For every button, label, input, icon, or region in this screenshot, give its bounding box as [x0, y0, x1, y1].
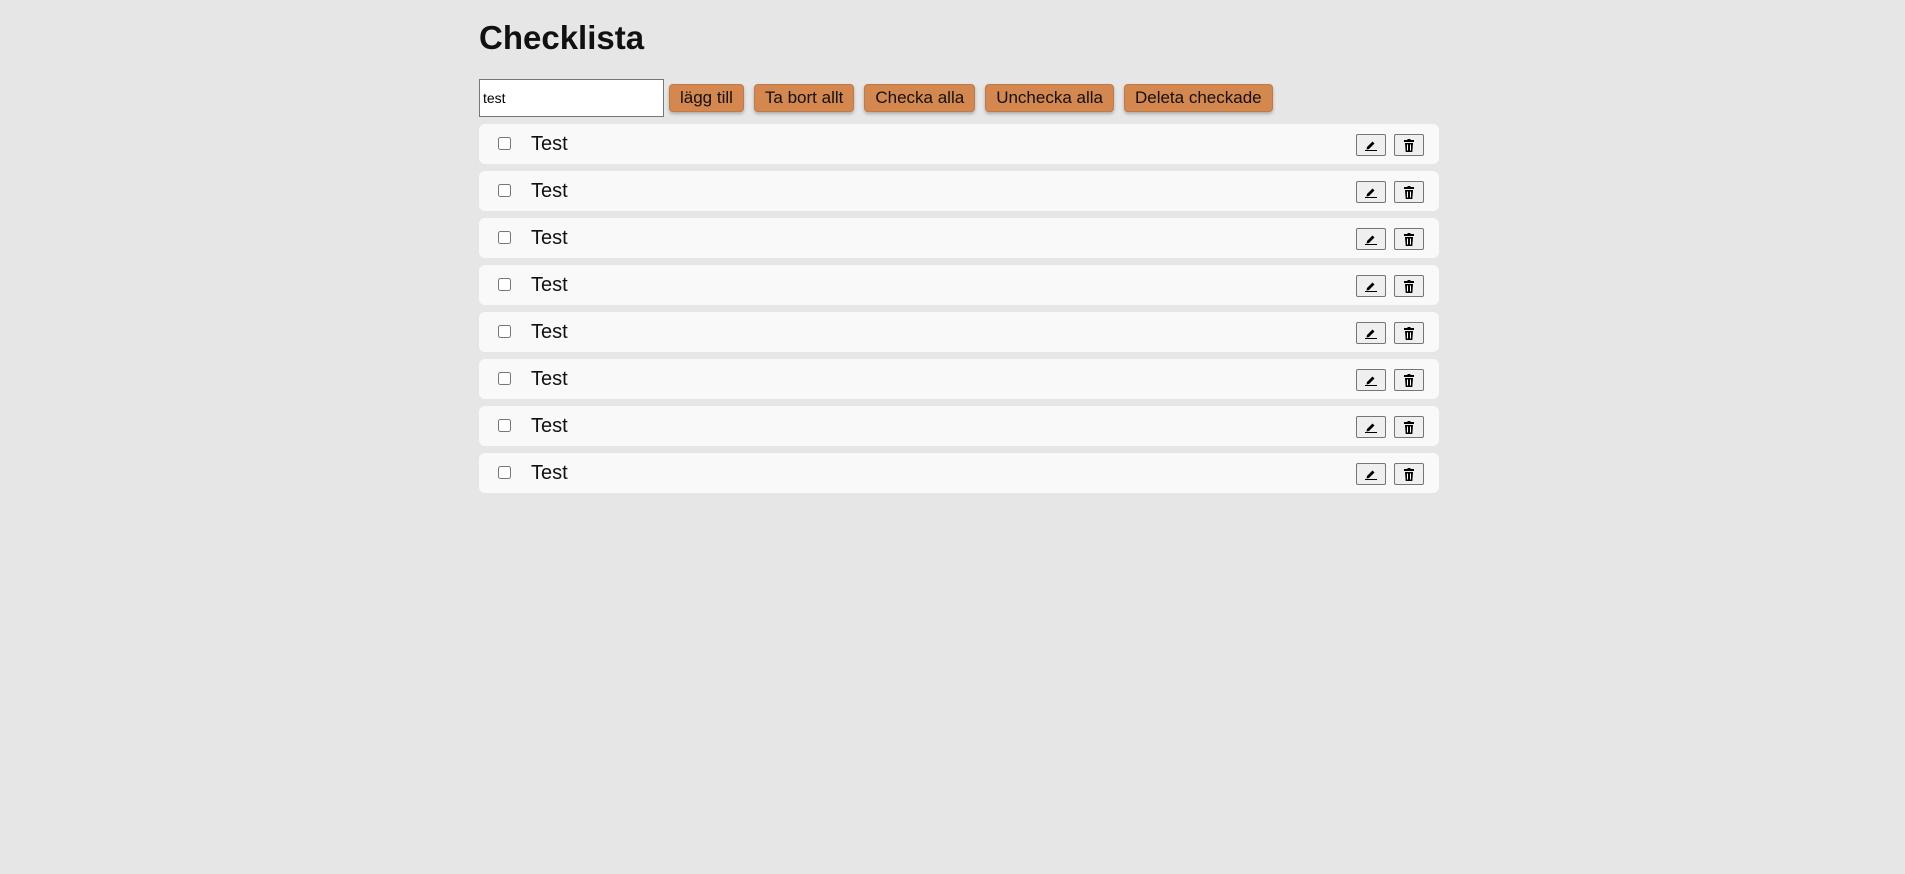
pencil-icon	[1365, 376, 1377, 386]
uncheck-all-button[interactable]: Unchecka alla	[985, 84, 1114, 112]
edit-button[interactable]	[1356, 275, 1386, 297]
controls-bar: lägg till Ta bort allt Checka alla Unche…	[479, 79, 1283, 117]
trash-icon	[1404, 185, 1414, 199]
list-item: Test	[479, 265, 1439, 305]
trash-icon	[1404, 138, 1414, 152]
pencil-icon	[1365, 141, 1377, 151]
item-label: Test	[531, 321, 568, 343]
delete-button[interactable]	[1394, 369, 1424, 391]
item-checkbox[interactable]	[498, 137, 511, 150]
delete-button[interactable]	[1394, 322, 1424, 344]
delete-button[interactable]	[1394, 181, 1424, 203]
item-label: Test	[531, 274, 568, 296]
add-button[interactable]: lägg till	[669, 84, 744, 112]
edit-button[interactable]	[1356, 416, 1386, 438]
list-item: Test	[479, 218, 1439, 258]
trash-icon	[1404, 326, 1414, 340]
item-label: Test	[531, 368, 568, 390]
pencil-icon	[1365, 235, 1377, 245]
remove-all-button[interactable]: Ta bort allt	[753, 84, 855, 112]
pencil-icon	[1365, 329, 1377, 339]
item-label: Test	[531, 415, 568, 437]
item-checkbox[interactable]	[498, 278, 511, 291]
checklist: Test Test Test Test Test Test Test Test	[479, 124, 1439, 500]
item-checkbox[interactable]	[498, 325, 511, 338]
check-all-button[interactable]: Checka alla	[864, 84, 976, 112]
delete-button[interactable]	[1394, 275, 1424, 297]
item-checkbox[interactable]	[498, 184, 511, 197]
item-checkbox[interactable]	[498, 231, 511, 244]
item-label: Test	[531, 227, 568, 249]
item-checkbox[interactable]	[498, 466, 511, 479]
pencil-icon	[1365, 423, 1377, 433]
trash-icon	[1404, 232, 1414, 246]
trash-icon	[1404, 420, 1414, 434]
delete-checked-button[interactable]: Deleta checkade	[1123, 84, 1273, 112]
edit-button[interactable]	[1356, 134, 1386, 156]
list-item: Test	[479, 359, 1439, 399]
list-item: Test	[479, 453, 1439, 493]
item-label: Test	[531, 133, 568, 155]
pencil-icon	[1365, 188, 1377, 198]
list-item: Test	[479, 312, 1439, 352]
item-label: Test	[531, 462, 568, 484]
edit-button[interactable]	[1356, 322, 1386, 344]
edit-button[interactable]	[1356, 228, 1386, 250]
trash-icon	[1404, 373, 1414, 387]
delete-button[interactable]	[1394, 134, 1424, 156]
trash-icon	[1404, 467, 1414, 481]
pencil-icon	[1365, 282, 1377, 292]
list-item: Test	[479, 406, 1439, 446]
list-item: Test	[479, 124, 1439, 164]
delete-button[interactable]	[1394, 228, 1424, 250]
trash-icon	[1404, 279, 1414, 293]
delete-button[interactable]	[1394, 416, 1424, 438]
item-label: Test	[531, 180, 568, 202]
delete-button[interactable]	[1394, 463, 1424, 485]
edit-button[interactable]	[1356, 181, 1386, 203]
item-checkbox[interactable]	[498, 372, 511, 385]
page-title: Checklista	[479, 19, 645, 56]
edit-button[interactable]	[1356, 463, 1386, 485]
edit-button[interactable]	[1356, 369, 1386, 391]
list-item: Test	[479, 171, 1439, 211]
item-input[interactable]	[479, 79, 664, 117]
pencil-icon	[1365, 470, 1377, 480]
item-checkbox[interactable]	[498, 419, 511, 432]
